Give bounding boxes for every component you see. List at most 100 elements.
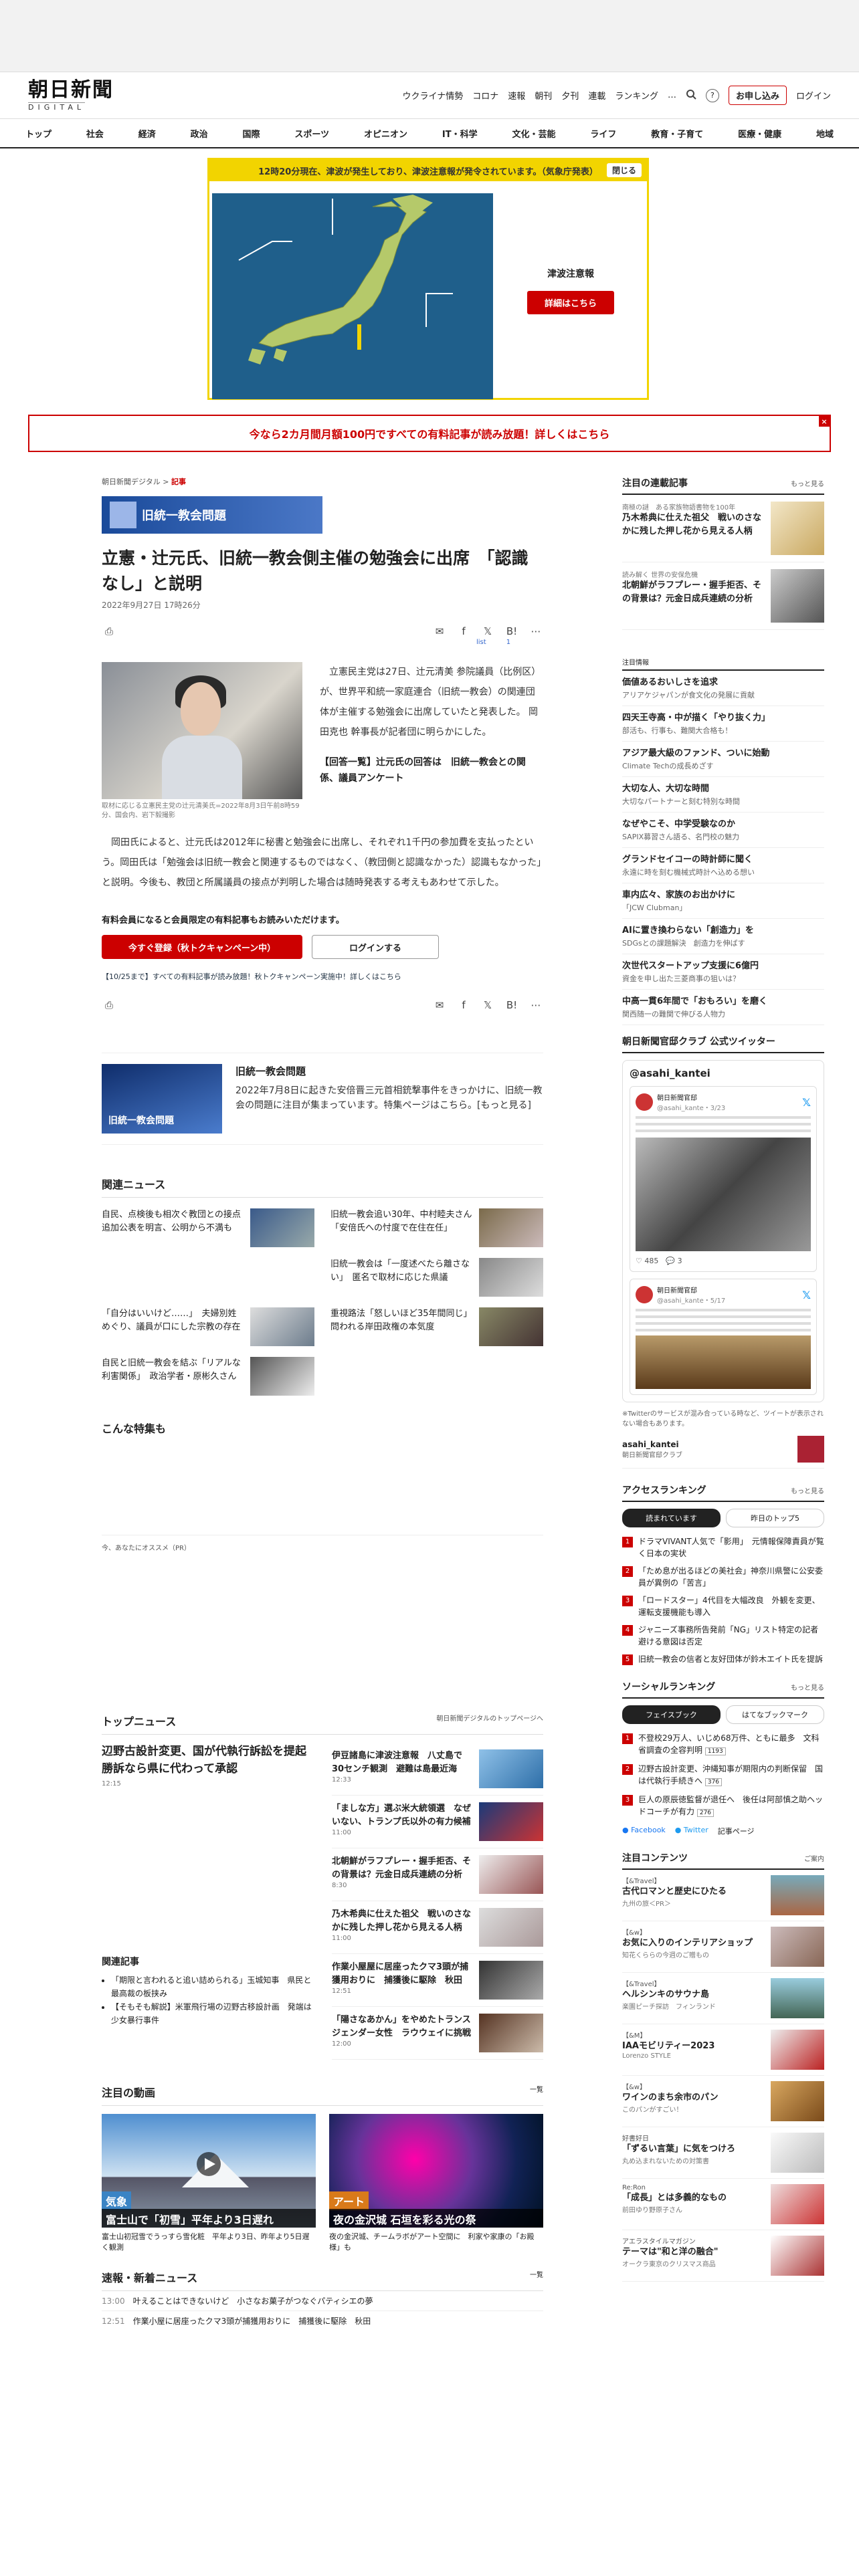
- topic-thumbnail[interactable]: 旧統一教会問題: [102, 1064, 222, 1134]
- help-icon[interactable]: ?: [705, 88, 719, 102]
- nav-economy[interactable]: 経済: [138, 127, 156, 140]
- header-link-ukraine[interactable]: ウクライナ情勢: [403, 89, 464, 102]
- tab-yesterday-top5[interactable]: 昨日のトップ5: [726, 1509, 824, 1527]
- related-item[interactable]: 旧統一教会は「一度述べたら離さない」 匿名で取材に応じた県議: [330, 1258, 543, 1297]
- login-link[interactable]: ログイン: [796, 89, 831, 102]
- videos-more-link[interactable]: 一覧: [530, 2084, 543, 2100]
- article-photo[interactable]: [102, 662, 302, 799]
- facebook-share-link[interactable]: ● Facebook: [622, 1826, 666, 1836]
- promo-close-icon[interactable]: ×: [819, 416, 830, 427]
- video-card[interactable]: 気象 富士山で「初雪」平年より3日遅れ 富士山初冠雪でうっすら雪化粧 平年より3…: [102, 2114, 316, 2253]
- content-item[interactable]: 【&M】 IAAモビリティー2023 Lorenzo STYLE: [622, 2024, 824, 2076]
- mail-icon[interactable]: ✉: [432, 998, 447, 1012]
- news-item[interactable]: 「ましな方」選ぶ米大統領選 なぜいない、トランプ氏以外の有力候補 11:00: [332, 1796, 543, 1848]
- more-share-icon[interactable]: ⋯: [529, 624, 543, 639]
- related-item[interactable]: 「自分はいいけど……」 夫婦別姓めぐり、議員が口にした宗教の存在: [102, 1307, 314, 1346]
- attention-item[interactable]: なぜやこそ、中学受験なのか SAPIX募習さん語る、名門校の魅力: [622, 813, 824, 848]
- hatena-bookmark-icon[interactable]: B!: [504, 624, 519, 639]
- news-item[interactable]: 作業小屋屋に居座ったクマ3頭が捕獲用おりに 捕獲後に駆除 秋田 12:51: [332, 1954, 543, 2007]
- ranking-item[interactable]: 3 「ロードスター」4代目を大幅改良 外観を変更、運転支援機能も導入: [622, 1592, 824, 1621]
- nav-top[interactable]: トップ: [25, 127, 52, 140]
- account-name[interactable]: asahi_kantei: [622, 1440, 797, 1449]
- ranking-item[interactable]: 5 旧統一教会の信者と友好団体が鈴木エイト氏を提訴: [622, 1650, 824, 1668]
- header-link-corona[interactable]: コロナ: [472, 89, 498, 102]
- nav-it-science[interactable]: IT・科学: [442, 127, 478, 140]
- content-item[interactable]: Re:Ron 「成長」とは多義的なもの 前田ゆり野原子さん: [622, 2179, 824, 2230]
- nav-life[interactable]: ライフ: [590, 127, 616, 140]
- news-item[interactable]: 「陽さなあかん」をやめたトランスジェンダー女性 ラウウェイに挑戦 12:00: [332, 2007, 543, 2060]
- nav-politics[interactable]: 政治: [191, 127, 208, 140]
- related-article[interactable]: 「期限と言われると追い詰められる」玉城知事 県民と最高裁の板挟み: [111, 1973, 316, 2000]
- twitter-handle[interactable]: @asahi_kantei: [630, 1067, 817, 1079]
- ranking-item[interactable]: 2 「ため息が出るほどの美社会」神奈川県警に公安委員が異例の「苦言」: [622, 1562, 824, 1592]
- related-item[interactable]: 自民と旧統一教会を結ぶ「リアルな利害関係」 政治学者・原彬久さん: [102, 1357, 314, 1396]
- attention-item[interactable]: 大切な人、大切な時間 大切なパートナーと刻む特別な時間: [622, 777, 824, 813]
- article-page-link[interactable]: 記事ページ: [718, 1826, 755, 1836]
- login-button[interactable]: ログインする: [312, 935, 439, 959]
- site-logo[interactable]: 朝日新聞 DIGITAL: [28, 79, 114, 112]
- list-label[interactable]: list: [476, 639, 486, 646]
- topic-banner[interactable]: 旧統一教会問題: [102, 496, 322, 534]
- header-link-serial[interactable]: 連載: [588, 89, 605, 102]
- header-link-ranking[interactable]: ランキング: [615, 89, 658, 102]
- news-item[interactable]: 伊豆諸島に津波注意報 八丈島で30センチ観測 避難は島最近海 12:33: [332, 1743, 543, 1796]
- nav-region[interactable]: 地域: [816, 127, 834, 140]
- lead-news-title[interactable]: 辺野古設計変更、国が代執行訴訟を提起 勝訴なら県に代わって承認: [102, 1743, 318, 1778]
- attention-item[interactable]: 中高一貫6年間で「おもろい」を磨く 関西随一の難関で伸びる人物力: [622, 990, 824, 1025]
- mail-icon[interactable]: ✉: [432, 624, 447, 639]
- content-item[interactable]: アエラスタイルマガジン テーマは"和と洋の融合" オークラ東京のクリスマス商品: [622, 2230, 824, 2282]
- promo-banner[interactable]: 今なら2カ月間月額100円ですべての有料記事が読み放題！詳しくはこちら ×: [28, 415, 831, 452]
- header-link-morning[interactable]: 朝刊: [535, 89, 552, 102]
- social-item[interactable]: 3 巨人の原辰徳監督が退任へ 後任は阿部慎之助ヘッドコーチが有力 276: [622, 1791, 824, 1822]
- breaking-more-link[interactable]: 一覧: [530, 2269, 543, 2285]
- social-more-link[interactable]: もっと見る: [791, 1682, 824, 1692]
- tweet-card[interactable]: 朝日新聞官邸 @asahi_kante・5/17 𝕏: [630, 1279, 817, 1395]
- nav-health[interactable]: 医療・健康: [738, 127, 781, 140]
- tab-hatena[interactable]: はてなブックマーク: [726, 1705, 824, 1724]
- topic-title[interactable]: 旧統一教会問題: [235, 1064, 543, 1078]
- attention-item[interactable]: 車内広々、家族のお出かけに 「JCW Clubman」: [622, 883, 824, 919]
- nav-society[interactable]: 社会: [86, 127, 104, 140]
- serial-item[interactable]: 読み解く 世界の安保危機 北朝鮮がラフプレー・握手拒否、その背景は？元金日成兵連続…: [622, 562, 824, 630]
- alert-close-button[interactable]: 閉じる: [606, 163, 642, 177]
- ranking-item[interactable]: 4 ジャニーズ事務所告発前「NG」リスト特定の記者避ける意図は否定: [622, 1621, 824, 1650]
- tweet-photo[interactable]: [636, 1335, 811, 1389]
- tweet-photo[interactable]: [636, 1138, 811, 1251]
- top-page-link[interactable]: 朝日新聞デジタルのトップページへ: [436, 1713, 543, 1729]
- related-item[interactable]: 自民、点検後も相次ぐ教団との接点 追加公表を明言、公明から不満も: [102, 1208, 314, 1247]
- nav-culture[interactable]: 文化・芸能: [512, 127, 555, 140]
- tab-most-read[interactable]: 読まれています: [622, 1509, 721, 1527]
- twitter-share-link[interactable]: ● Twitter: [675, 1826, 708, 1836]
- attention-item[interactable]: 四天王寺高・中が描く「やり抜く力」 部活も、行事も、難関大合格も！: [622, 706, 824, 742]
- content-item[interactable]: 【&w】 お気に入りのインテリアショップ 知花くららの今週のご贈もの: [622, 1921, 824, 1973]
- tab-facebook[interactable]: フェイスブック: [622, 1705, 721, 1724]
- print-icon[interactable]: ⎙: [102, 624, 116, 639]
- breadcrumb-home[interactable]: 朝日新聞デジタル: [102, 477, 161, 486]
- related-item[interactable]: 重視路法「怒しいほど35年間同じ」 問われる岸田政権の本気度: [330, 1307, 543, 1346]
- content-item[interactable]: 【&Travel】 ヘルシンキのサウナ島 楽園ピーチ探訪 フィンランド: [622, 1973, 824, 2024]
- attention-item[interactable]: 次世代スタートアップ支援に6億円 資金を申し出た三菱商事の狙いは？: [622, 954, 824, 990]
- nav-opinion[interactable]: オピニオン: [364, 127, 407, 140]
- attention-item[interactable]: グランドセイコーの時計師に聞く 永遠に時を刻む機械式時計へ込める想い: [622, 848, 824, 883]
- related-item[interactable]: 旧統一教会追い30年、中村睦夫さん「安倍氏への忖度で在住在任」: [330, 1208, 543, 1247]
- more-icon[interactable]: …: [668, 90, 676, 100]
- attention-item[interactable]: アジア最大級のファンド、ついに始動 Climate Techの成長めざす: [622, 742, 824, 777]
- news-item[interactable]: 乃木希典に仕えた祖父 戦いのさなかに残した押し花から見える人柄 11:00: [332, 1901, 543, 1954]
- social-item[interactable]: 1 不登校29万人、いじめ68万件、ともに最多 文科省調査の全容判明 1193: [622, 1729, 824, 1760]
- attention-item[interactable]: AIに置き換わらない「創造力」を SDGsとの課題解決 創造力を伸ばす: [622, 919, 824, 954]
- inline-related-link[interactable]: 【回答一覧】辻元氏の回答は 旧統一教会との関係、議員アンケート: [320, 754, 543, 786]
- register-button[interactable]: 今すぐ登録（秋トクキャンペーン中）: [102, 935, 302, 959]
- content-item[interactable]: 【&w】 ワインのまち余市のパン このパンがすごい！: [622, 2076, 824, 2127]
- nav-international[interactable]: 国際: [243, 127, 260, 140]
- nav-education[interactable]: 教育・子育て: [651, 127, 703, 140]
- campaign-link[interactable]: 【10/25まで】すべての有料記事が読み放題！秋トクキャンペーン実施中！詳しくは…: [102, 971, 543, 982]
- related-article[interactable]: 【そもそも解説】米軍飛行場の辺野古移設計画 発端は少女暴行事件: [111, 2000, 316, 2027]
- facebook-icon[interactable]: f: [456, 624, 471, 639]
- tweet-card[interactable]: 朝日新聞官邸 @asahi_kante・3/23 𝕏 ♡ 485 💬 3: [630, 1086, 817, 1272]
- search-icon[interactable]: [686, 89, 696, 102]
- serial-item[interactable]: 南極の謎 ある家族物語書物を100年 乃木希典に仕えた祖父 戦いのさなかに残した押…: [622, 495, 824, 562]
- breaking-item[interactable]: 13:00 叶えることはできないけど 小さなお菓子がつなぐパティシエの夢: [102, 2291, 543, 2311]
- header-link-breaking[interactable]: 速報: [508, 89, 525, 102]
- video-card[interactable]: アート 夜の金沢城 石垣を彩る光の祭 夜の金沢城、チームラボがアート空間に 利家…: [329, 2114, 543, 2253]
- breadcrumb-section[interactable]: 記事: [171, 477, 186, 486]
